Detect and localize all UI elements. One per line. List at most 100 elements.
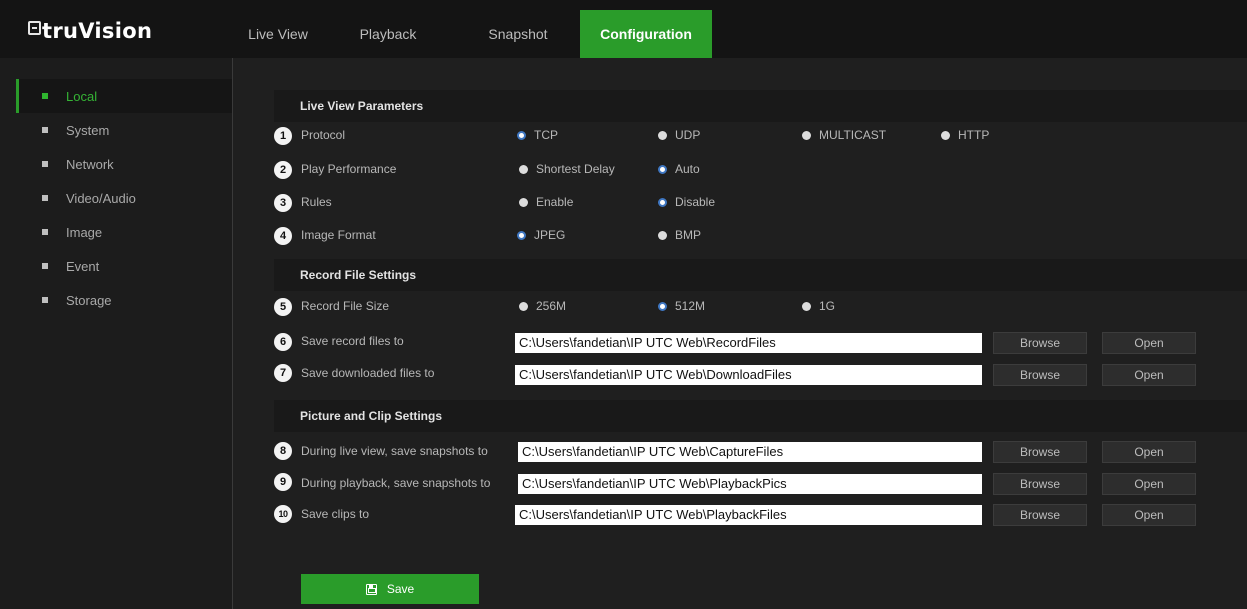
bullet-icon [42, 93, 48, 99]
radio-label: HTTP [958, 128, 990, 142]
radio-label: Auto [675, 162, 700, 176]
capture-files-path-input[interactable] [518, 442, 982, 462]
bullet-icon [42, 263, 48, 269]
section-record-file-settings: Record File Settings [274, 259, 1247, 291]
radio-label: 256M [536, 299, 567, 313]
radio-rules-enable[interactable]: Enable [519, 195, 573, 209]
tab-configuration[interactable]: Configuration [580, 10, 712, 58]
save-clips-label: Save clips to [301, 507, 370, 521]
sidebar-item-video-audio[interactable]: Video/Audio [16, 181, 232, 215]
radio-icon [941, 130, 950, 140]
callout-badge-2: 2 [274, 161, 292, 179]
radio-label: Disable [675, 195, 716, 209]
tab-live-view[interactable]: Live View [236, 10, 320, 58]
playback-pics-path-input[interactable] [518, 474, 982, 494]
bullet-icon [42, 195, 48, 201]
callout-badge-9: 9 [274, 473, 292, 491]
section-title: Live View Parameters [300, 99, 424, 113]
play-performance-label: Play Performance [301, 162, 397, 176]
radio-label: UDP [675, 128, 701, 142]
live-snapshots-label: During live view, save snapshots to [301, 444, 488, 458]
radio-label: 512M [675, 299, 706, 313]
radio-bmp[interactable]: BMP [658, 228, 701, 242]
sidebar-item-label: Event [66, 258, 100, 274]
radio-label: Shortest Delay [536, 162, 615, 176]
callout-badge-5: 5 [274, 298, 292, 316]
bullet-icon [42, 229, 48, 235]
open-record-button[interactable]: Open [1102, 332, 1196, 354]
save-button-label: Save [386, 582, 415, 596]
radio-protocol-tcp[interactable]: TCP [517, 128, 558, 142]
bullet-icon [42, 127, 48, 133]
sidebar-item-system[interactable]: System [16, 113, 232, 147]
sidebar-item-event[interactable]: Event [16, 249, 232, 283]
callout-badge-6: 6 [274, 333, 292, 351]
radio-256m[interactable]: 256M [519, 299, 566, 313]
sidebar-item-network[interactable]: Network [16, 147, 232, 181]
browse-playback-pics-button[interactable]: Browse [993, 473, 1087, 495]
browse-record-button[interactable]: Browse [993, 332, 1087, 354]
radio-icon [519, 301, 528, 311]
browse-capture-button[interactable]: Browse [993, 441, 1087, 463]
sidebar-item-label: Image [66, 224, 103, 240]
downloaded-files-path-input[interactable] [515, 365, 982, 385]
radio-label: Enable [536, 195, 574, 209]
image-format-label: Image Format [301, 228, 376, 242]
sidebar-divider [232, 58, 233, 609]
radio-1g[interactable]: 1G [802, 299, 835, 313]
playback-files-path-input[interactable] [515, 505, 982, 525]
radio-selected-icon [658, 197, 667, 207]
logo-text: truVision [42, 19, 153, 43]
sidebar-item-label: Storage [66, 292, 112, 308]
section-live-view-parameters: Live View Parameters [274, 90, 1247, 122]
open-playback-pics-button[interactable]: Open [1102, 473, 1196, 495]
protocol-label: Protocol [301, 128, 346, 142]
sidebar-item-label: Local [66, 88, 98, 104]
radio-protocol-http[interactable]: HTTP [941, 128, 989, 142]
open-clips-button[interactable]: Open [1102, 504, 1196, 526]
truvision-logo: truVision [28, 17, 152, 45]
callout-badge-4: 4 [274, 227, 292, 245]
radio-icon [802, 301, 811, 311]
save-downloaded-files-label: Save downloaded files to [301, 366, 435, 380]
sidebar-item-storage[interactable]: Storage [16, 283, 232, 317]
radio-rules-disable[interactable]: Disable [658, 195, 715, 209]
radio-512m[interactable]: 512M [658, 299, 705, 313]
sidebar-item-local[interactable]: Local [16, 79, 232, 113]
bullet-icon [42, 297, 48, 303]
floppy-disk-icon [365, 583, 377, 595]
save-button[interactable]: Save [301, 574, 479, 604]
callout-badge-1: 1 [274, 127, 292, 145]
radio-icon [658, 130, 667, 140]
radio-auto[interactable]: Auto [658, 162, 700, 176]
tab-playback[interactable]: Playback [320, 10, 456, 58]
record-files-path-input[interactable] [515, 333, 982, 353]
radio-label: BMP [675, 228, 702, 242]
playback-snapshots-label: During playback, save snapshots to [301, 476, 491, 490]
record-file-size-label: Record File Size [301, 299, 390, 313]
browse-clips-button[interactable]: Browse [993, 504, 1087, 526]
radio-icon [519, 197, 528, 207]
sidebar-item-label: Video/Audio [66, 190, 136, 206]
browse-downloaded-button[interactable]: Browse [993, 364, 1087, 386]
radio-icon [519, 164, 528, 174]
radio-selected-icon [517, 130, 526, 140]
radio-selected-icon [658, 301, 667, 311]
radio-shortest-delay[interactable]: Shortest Delay [519, 162, 615, 176]
radio-icon [658, 230, 667, 240]
radio-label: 1G [819, 299, 836, 313]
tab-snapshot[interactable]: Snapshot [456, 10, 580, 58]
radio-selected-icon [658, 164, 667, 174]
bullet-icon [42, 161, 48, 167]
section-title: Record File Settings [300, 268, 417, 282]
radio-protocol-udp[interactable]: UDP [658, 128, 700, 142]
open-capture-button[interactable]: Open [1102, 441, 1196, 463]
radio-protocol-multicast[interactable]: MULTICAST [802, 128, 886, 142]
sidebar-item-image[interactable]: Image [16, 215, 232, 249]
radio-selected-icon [517, 230, 526, 240]
callout-badge-7: 7 [274, 364, 292, 382]
open-downloaded-button[interactable]: Open [1102, 364, 1196, 386]
callout-badge-3: 3 [274, 194, 292, 212]
radio-label: JPEG [534, 228, 566, 242]
radio-jpeg[interactable]: JPEG [517, 228, 565, 242]
